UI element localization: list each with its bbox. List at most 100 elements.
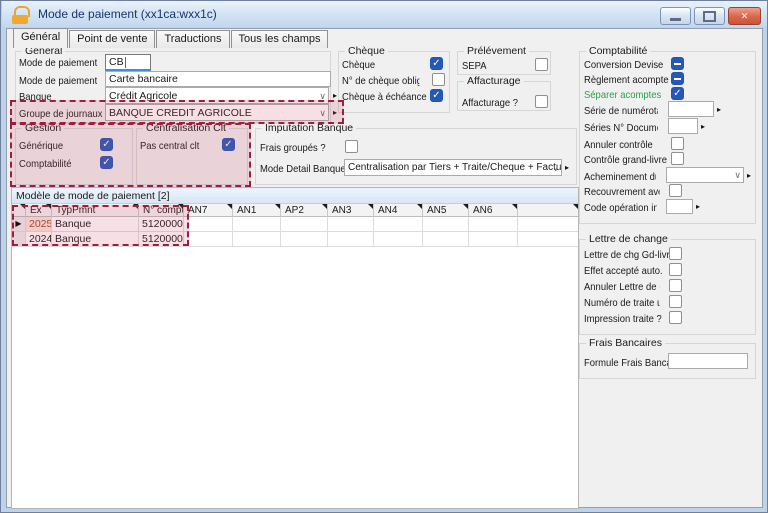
annuler-lettre-label: Annuler Lettre de change [584, 281, 660, 293]
separer-acomptes-checkbox[interactable] [671, 87, 684, 100]
title-bar[interactable]: Mode de paiement (xx1ca:wxx1c) [2, 1, 768, 27]
cell-compte[interactable]: 51200000 [139, 232, 184, 247]
tab-strip: Général Point de vente Traductions Tous … [13, 30, 329, 48]
effet-accepte-label: Effet accepté auto. [584, 265, 663, 277]
tab-point-de-vente[interactable]: Point de vente [69, 30, 155, 48]
cell-an4[interactable] [374, 217, 423, 232]
cell-an3[interactable] [328, 217, 374, 232]
grid-header-an7[interactable]: AN7 [184, 204, 233, 217]
cell-compte[interactable]: 51200000 [139, 217, 184, 232]
cell-an4[interactable] [374, 232, 423, 247]
cell-filler [518, 217, 578, 232]
row-selector-cell[interactable]: ▶ [12, 217, 26, 232]
journal-lookup-arrow[interactable]: ▸ [333, 108, 337, 118]
generique-checkbox[interactable] [100, 138, 113, 151]
grid-header-an1[interactable]: AN1 [233, 204, 281, 217]
cell-ap2[interactable] [281, 217, 328, 232]
affacturage-label: Affacturage ? [462, 97, 518, 109]
comptabilite-flag-label: Comptabilité [19, 158, 72, 170]
bank-lookup-arrow[interactable]: ▸ [333, 91, 337, 101]
tab-tous-les-champs[interactable]: Tous les champs [231, 30, 329, 48]
comptabilite-group-title: Comptabilité [586, 45, 650, 57]
controle-grand-livre-checkbox[interactable] [671, 152, 684, 165]
payment-code-input[interactable]: CB [105, 54, 151, 71]
impression-traite-label: Impression traite ? [584, 313, 662, 325]
payment-model-grid: Modèle de mode de paiement [2] Ex TypPmn… [11, 187, 579, 509]
cell-an3[interactable] [328, 232, 374, 247]
grid-header-ap2[interactable]: AP2 [281, 204, 328, 217]
reglement-acompte-label: Règlement acompte [584, 74, 669, 86]
frais-groupes-label: Frais groupés ? [260, 142, 326, 154]
payment-name-input[interactable]: Carte bancaire [105, 71, 331, 87]
impression-traite-checkbox[interactable] [669, 311, 682, 324]
annuler-controle-checkbox[interactable] [671, 137, 684, 150]
close-icon: ✕ [741, 11, 749, 22]
grid-header-an3[interactable]: AN3 [328, 204, 374, 217]
close-button[interactable]: ✕ [728, 7, 761, 25]
grid-header-ex[interactable]: Ex [26, 204, 52, 217]
cell-an6[interactable] [469, 232, 518, 247]
grid-header-row: Ex TypPmnt N° compte AN7 AN1 AP2 AN3 AN4… [12, 204, 578, 217]
grid-header-selector[interactable] [12, 204, 26, 217]
bank-select[interactable]: Crédit Agricole∨ [105, 87, 329, 104]
cell-typpmnt[interactable]: Banque [52, 217, 139, 232]
mode-detail-lookup-arrow[interactable]: ▸ [565, 163, 569, 173]
conversion-devise-checkbox[interactable] [671, 57, 684, 70]
window-title: Mode de paiement (xx1ca:wxx1c) [38, 7, 217, 21]
sepa-checkbox[interactable] [535, 58, 548, 71]
cell-an5[interactable] [423, 217, 469, 232]
cheque-num-oblig-checkbox[interactable] [432, 73, 445, 86]
cell-an7[interactable] [184, 217, 233, 232]
numero-traite-checkbox[interactable] [669, 295, 682, 308]
pas-central-checkbox[interactable] [222, 138, 235, 151]
maximize-button[interactable] [694, 7, 725, 25]
code-operation-lookup-arrow[interactable]: ▸ [696, 202, 700, 212]
cell-ap2[interactable] [281, 232, 328, 247]
centralisation-group: Centralisation Clt [136, 128, 248, 185]
affacturage-checkbox[interactable] [535, 95, 548, 108]
serie-numerotation-input[interactable] [668, 101, 714, 117]
cell-typpmnt[interactable]: Banque [52, 232, 139, 247]
acheminement-select[interactable]: ∨ [666, 167, 744, 183]
acheminement-lookup-arrow[interactable]: ▸ [747, 171, 751, 181]
reglement-acompte-checkbox[interactable] [671, 72, 684, 85]
gestion-group-title: Gestion [22, 122, 64, 134]
formule-frais-input[interactable] [668, 353, 748, 369]
grid-header-typpmnt[interactable]: TypPmnt [52, 204, 139, 217]
code-operation-input[interactable] [666, 199, 693, 214]
cell-an1[interactable] [233, 217, 281, 232]
cell-ex[interactable]: 2024 [26, 232, 52, 247]
tab-general[interactable]: Général [13, 28, 68, 48]
recouvrement-checkbox[interactable] [669, 184, 682, 197]
serie-numerotation-lookup-arrow[interactable]: ▸ [717, 105, 721, 115]
grid-header-compte[interactable]: N° compte [139, 204, 184, 217]
cell-an1[interactable] [233, 232, 281, 247]
cell-ex[interactable]: 2025 [26, 217, 52, 232]
cell-an5[interactable] [423, 232, 469, 247]
series-document-lookup-arrow[interactable]: ▸ [701, 122, 705, 132]
tab-traductions[interactable]: Traductions [156, 30, 229, 48]
effet-accepte-checkbox[interactable] [669, 263, 682, 276]
lettre-chg-gdlivre-checkbox[interactable] [669, 247, 682, 260]
cell-an7[interactable] [184, 232, 233, 247]
grid-header-an6[interactable]: AN6 [469, 204, 518, 217]
numero-traite-label: Numéro de traite unique [584, 297, 660, 309]
row-selector-cell[interactable] [12, 232, 26, 247]
journal-group-select[interactable]: BANQUE CREDIT AGRICOLE∨ [105, 104, 329, 121]
centralisation-group-title: Centralisation Clt [143, 122, 229, 134]
journal-group-label: Groupe de journaux [19, 108, 103, 120]
minimize-button[interactable] [660, 7, 691, 25]
comptabilite-flag-checkbox[interactable] [100, 156, 113, 169]
series-document-label: Séries N° Document [584, 122, 658, 134]
series-document-input[interactable] [668, 118, 698, 134]
grid-header-an5[interactable]: AN5 [423, 204, 469, 217]
grid-header-filler [518, 204, 578, 217]
annuler-lettre-checkbox[interactable] [669, 279, 682, 292]
grid-header-an4[interactable]: AN4 [374, 204, 423, 217]
cheque-label: Chèque [342, 59, 375, 71]
frais-groupes-checkbox[interactable] [345, 140, 358, 153]
mode-detail-select[interactable]: Centralisation par Tiers + Traite/Cheque… [344, 159, 562, 176]
cell-an6[interactable] [469, 217, 518, 232]
cheque-checkbox[interactable] [430, 57, 443, 70]
cheque-echeance-checkbox[interactable] [430, 89, 443, 102]
